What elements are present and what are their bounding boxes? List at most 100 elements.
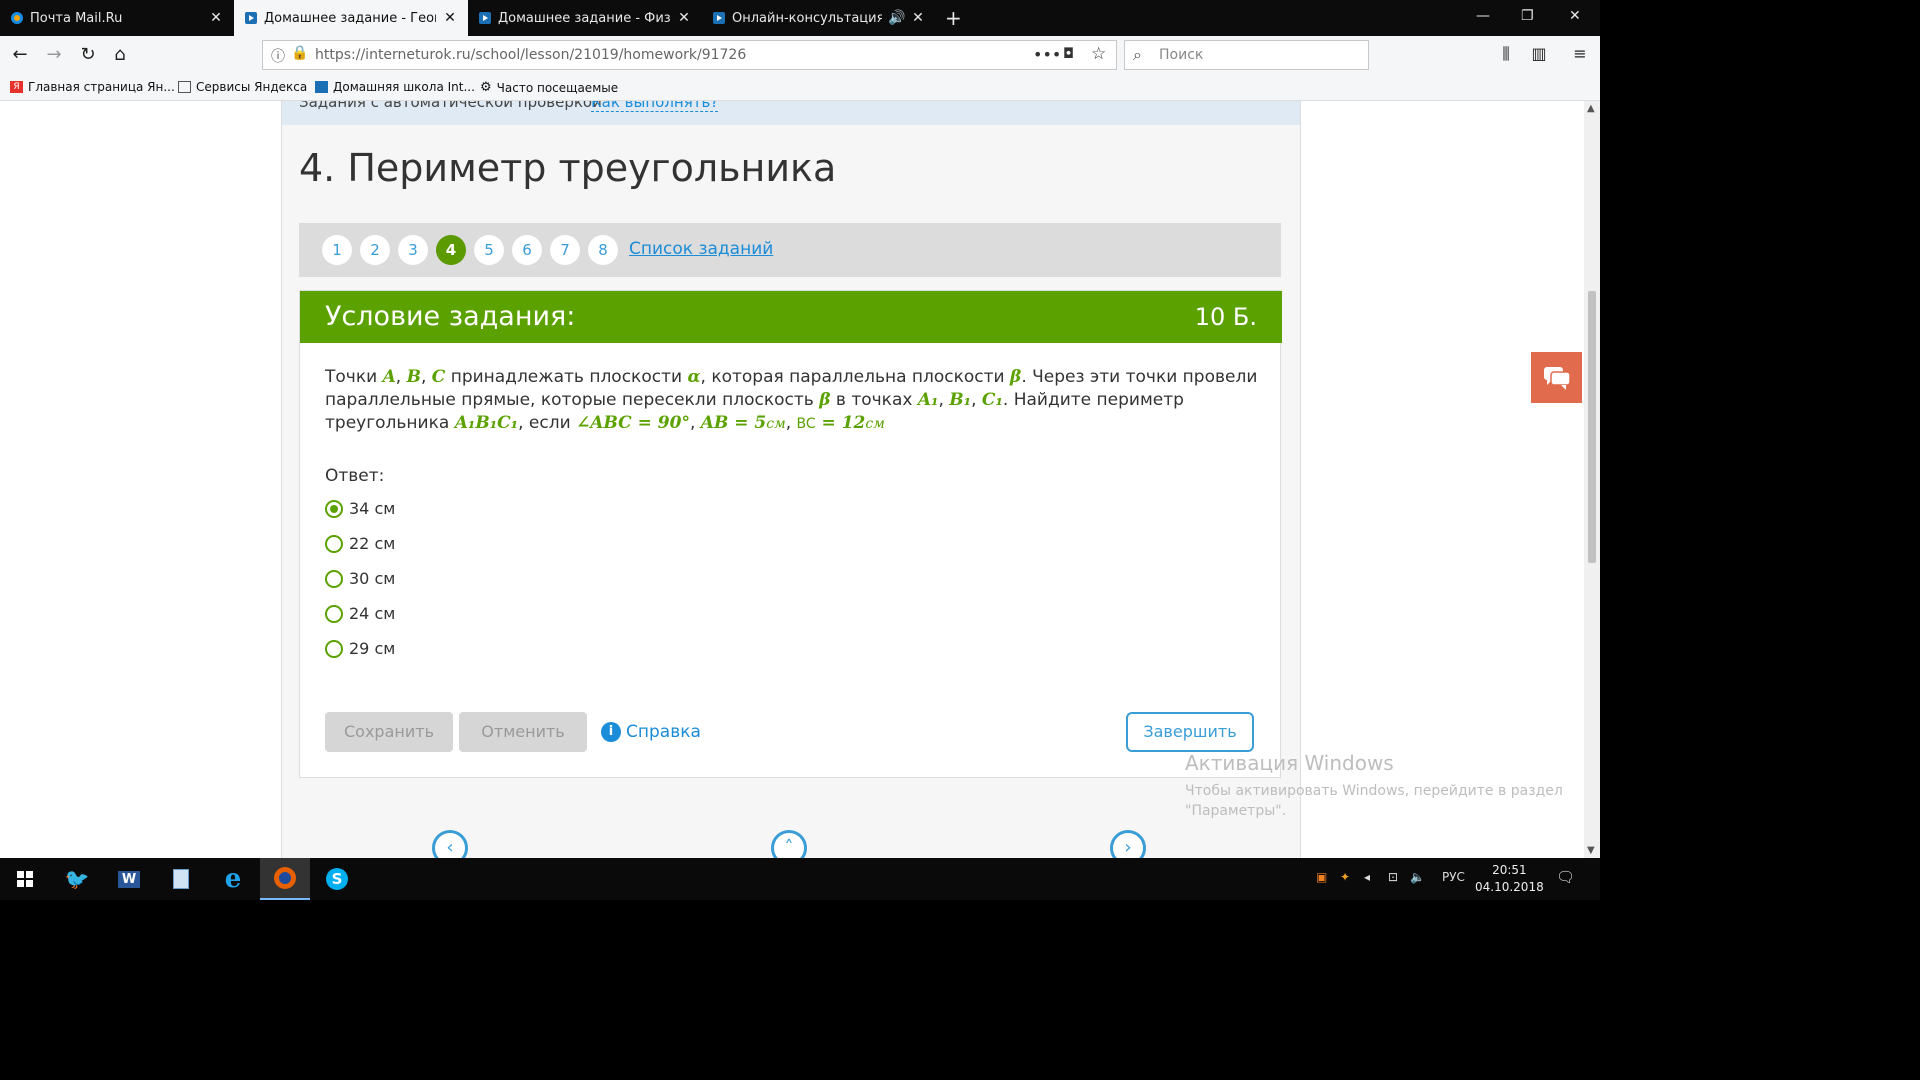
firefox-icon: [274, 867, 296, 889]
taskbar-app-bird[interactable]: 🐦: [52, 858, 102, 900]
menu-icon[interactable]: ≡: [1568, 44, 1592, 63]
strip-text: Задания с автоматической проверкой: [299, 101, 602, 111]
network-icon[interactable]: ⊡: [1388, 870, 1398, 884]
tray-expand-icon[interactable]: ◂: [1364, 870, 1370, 884]
radio-button[interactable]: [325, 639, 343, 658]
text-part: ,: [395, 367, 407, 387]
start-button[interactable]: [0, 858, 50, 900]
page-actions-icon[interactable]: •••: [1033, 45, 1061, 64]
scroll-up-icon[interactable]: ˄: [771, 830, 807, 858]
option-label: 24 см: [349, 604, 396, 623]
chat-icon: [1544, 367, 1571, 390]
home-icon[interactable]: ⌂: [108, 44, 132, 65]
forward-icon[interactable]: →: [42, 44, 66, 65]
answer-option[interactable]: 30 см: [325, 569, 395, 588]
page-button-5[interactable]: 5: [474, 235, 504, 265]
radio-button[interactable]: [325, 604, 343, 623]
tab-consultation[interactable]: Онлайн-консультация - О 🔊 ✕: [702, 0, 936, 36]
bookmark-yandex[interactable]: Я Главная страница Ян...: [10, 80, 175, 94]
page-button-6[interactable]: 6: [512, 235, 542, 265]
scroll-up-arrow-icon[interactable]: ▲: [1587, 103, 1595, 114]
tab-physics[interactable]: Домашнее задание - Физика ✕: [468, 0, 702, 36]
new-tab-button[interactable]: +: [945, 6, 962, 30]
radio-button[interactable]: [325, 534, 343, 553]
answer-option[interactable]: 22 см: [325, 534, 395, 553]
clock-date: 04.10.2018: [1475, 880, 1544, 894]
tab-title: Онлайн-консультация - О: [732, 10, 882, 26]
close-icon[interactable]: ✕: [208, 10, 224, 26]
bookmark-most-visited[interactable]: ⚙ Часто посещаемые: [480, 80, 618, 95]
close-icon[interactable]: ✕: [442, 10, 458, 26]
notepad-icon: [173, 869, 189, 889]
tab-geometry[interactable]: Домашнее задание - Геометр ✕: [234, 0, 468, 36]
info-icon: i: [601, 722, 621, 742]
text-part: в точках: [830, 390, 918, 410]
minimize-button[interactable]: —: [1476, 8, 1490, 24]
task-list-link[interactable]: Список заданий: [629, 239, 773, 259]
page-button-2[interactable]: 2: [360, 235, 390, 265]
cancel-button[interactable]: Отменить: [459, 712, 587, 752]
bookmark-star-icon[interactable]: ☆: [1091, 44, 1106, 64]
page-button-4[interactable]: 4: [436, 235, 466, 265]
tray-app-icon[interactable]: ▣: [1316, 870, 1327, 884]
text-part: , если: [518, 413, 577, 433]
text-part: , которая параллельна плоскости: [700, 367, 1011, 387]
text-part: ,: [420, 367, 432, 387]
taskbar-skype[interactable]: S: [312, 858, 362, 900]
tray-app-icon[interactable]: ✦: [1340, 870, 1350, 884]
task-header-title: Условие задания:: [325, 301, 576, 332]
text-part: ,: [938, 390, 950, 410]
page-scrollbar[interactable]: ▲ ▼: [1584, 101, 1600, 858]
answer-option[interactable]: 34 см: [325, 499, 395, 518]
math-alpha: α: [687, 367, 701, 387]
math-ab: AB = 5: [700, 413, 767, 433]
scrollbar-thumb[interactable]: [1588, 291, 1596, 563]
speaker-icon[interactable]: 🔊: [888, 10, 905, 26]
library-icon[interactable]: ⫼: [1494, 44, 1518, 64]
search-icon: ⌕: [1133, 45, 1142, 64]
how-to-link[interactable]: Как выполнять?: [591, 101, 719, 112]
page-button-8[interactable]: 8: [588, 235, 618, 265]
answer-option[interactable]: 29 см: [325, 639, 395, 658]
window-close-button[interactable]: ✕: [1569, 8, 1581, 24]
page-button-7[interactable]: 7: [550, 235, 580, 265]
language-indicator[interactable]: РУС: [1442, 870, 1465, 884]
volume-icon[interactable]: 🔈: [1410, 870, 1425, 884]
pocket-icon[interactable]: ◘: [1063, 46, 1074, 62]
answer-option[interactable]: 24 см: [325, 604, 395, 623]
math-unit: см: [865, 416, 885, 432]
back-icon[interactable]: ←: [8, 44, 32, 65]
prev-task-icon[interactable]: ‹: [432, 830, 468, 858]
help-link[interactable]: i Справка: [601, 722, 701, 742]
tab-mail[interactable]: Почта Mail.Ru ✕: [0, 0, 234, 36]
finish-button[interactable]: Завершить: [1126, 712, 1254, 752]
reload-icon[interactable]: ↻: [76, 44, 100, 65]
close-icon[interactable]: ✕: [676, 10, 692, 26]
url-text[interactable]: https://interneturok.ru/school/lesson/21…: [315, 47, 746, 63]
taskbar-firefox[interactable]: [260, 858, 310, 900]
close-icon[interactable]: ✕: [910, 10, 926, 26]
next-task-icon[interactable]: ›: [1110, 830, 1146, 858]
taskbar-ie[interactable]: e: [208, 858, 258, 900]
math-angle: ∠ABC = 90°: [576, 413, 690, 433]
bookmark-home-school[interactable]: Домашняя школа Int...: [315, 80, 475, 94]
scroll-down-arrow-icon[interactable]: ▼: [1587, 845, 1595, 856]
taskbar-clock[interactable]: 20:51 04.10.2018: [1475, 862, 1544, 896]
url-bar[interactable]: ⓘ 🔒 https://interneturok.ru/school/lesso…: [262, 40, 1117, 70]
radio-button[interactable]: [325, 569, 343, 588]
page-button-3[interactable]: 3: [398, 235, 428, 265]
restore-button[interactable]: ❐: [1521, 8, 1534, 24]
save-button[interactable]: Сохранить: [325, 712, 453, 752]
sidebar-icon[interactable]: ▥: [1527, 44, 1551, 63]
info-icon[interactable]: ⓘ: [271, 46, 285, 66]
internet-explorer-icon: e: [224, 864, 242, 894]
taskbar-notepad[interactable]: [156, 858, 206, 900]
radio-button-checked[interactable]: [325, 499, 343, 518]
notifications-icon[interactable]: 🗨: [1556, 868, 1575, 886]
bookmark-yandex-services[interactable]: Сервисы Яндекса: [178, 80, 307, 94]
text-part: ,: [971, 390, 982, 410]
taskbar-word[interactable]: W: [104, 858, 154, 900]
page-button-1[interactable]: 1: [322, 235, 352, 265]
search-bar[interactable]: ⌕ Поиск: [1124, 40, 1369, 70]
chat-button[interactable]: [1531, 352, 1582, 403]
